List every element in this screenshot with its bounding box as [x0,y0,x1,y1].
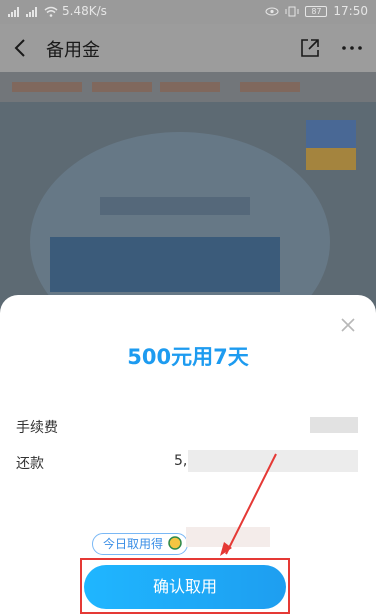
more-icon[interactable] [340,38,364,58]
wifi-icon [44,6,58,17]
page-title: 备用金 [46,40,100,61]
repay-label: 还款 [16,456,44,472]
signal-icon [26,6,37,17]
loan-title: 500元用7天 [127,345,249,369]
back-arrow-icon[interactable] [10,36,32,60]
repay-value: 5, [174,453,188,469]
close-icon[interactable] [340,317,356,333]
signal-icon [8,6,19,17]
nav-bar: 备用金 [0,24,376,72]
fee-value-redacted [310,417,358,433]
eye-icon [265,7,279,15]
annotation-arrow-icon [220,453,277,556]
bottom-sheet: 500元用7天 手续费 还款 5, 今日取用得 确认取用 [0,295,376,616]
battery-icon: 87 [305,5,328,17]
fee-label: 手续费 [16,420,58,436]
coin-icon [168,536,182,550]
confirm-button[interactable]: 确认取用 [84,565,286,609]
clock: 17:50 [333,4,368,18]
network-speed: 5.48K/s [62,4,107,18]
status-right: 87 17:50 [265,4,368,18]
status-left: 5.48K/s [8,4,107,18]
vibrate-icon [285,6,299,16]
status-bar: 5.48K/s 87 17:50 [0,0,376,24]
share-icon[interactable] [300,38,320,58]
